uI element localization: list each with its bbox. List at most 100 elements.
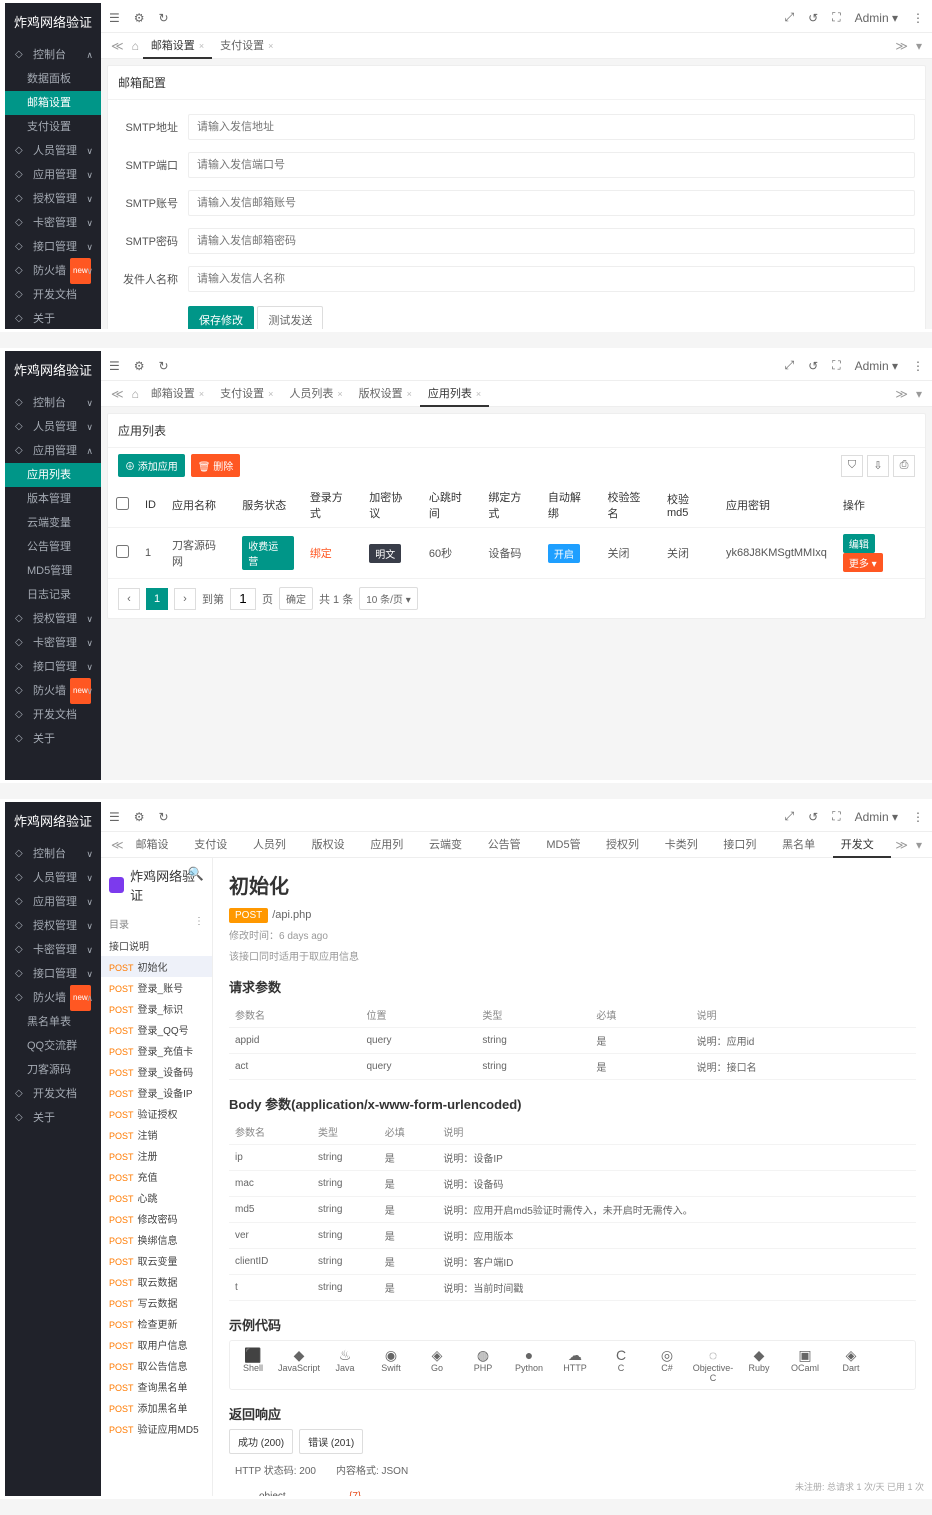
user-menu[interactable]: Admin ▾ <box>855 11 898 25</box>
endpoint-item[interactable]: POST登录_充值卡 <box>101 1040 212 1061</box>
sidebar-item[interactable]: ◇关于 <box>5 307 101 331</box>
sidebar-item[interactable]: MD5管理 <box>5 559 101 583</box>
sidebar-item[interactable]: ◇应用管理∨ <box>5 163 101 187</box>
sidebar-item[interactable]: 应用列表 <box>5 463 101 487</box>
sidebar-item[interactable]: 数据面板 <box>5 67 101 91</box>
text-input[interactable] <box>188 228 915 254</box>
more-icon[interactable]: ⋮ <box>912 810 924 824</box>
sidebar-item[interactable]: ◇控制台∨ <box>5 391 101 415</box>
search-icon[interactable]: 🔍 <box>188 866 204 882</box>
reload-icon[interactable]: ↺ <box>808 810 818 824</box>
tab[interactable]: MD5管理× <box>538 832 598 858</box>
text-input[interactable] <box>188 152 915 178</box>
tab[interactable]: 开发文档× <box>833 832 892 858</box>
fullscreen-icon[interactable]: ⛶ <box>832 10 840 25</box>
code-lang-tab[interactable]: ◌Objective-C <box>690 1341 736 1389</box>
tab-home[interactable]: ⌂ <box>128 387 143 401</box>
tabs-next[interactable]: ≫ <box>891 39 912 53</box>
endpoint-item[interactable]: POST修改密码 <box>101 1208 212 1229</box>
endpoint-item[interactable]: POST注册 <box>101 1145 212 1166</box>
endpoint-item[interactable]: POST检查更新 <box>101 1313 212 1334</box>
sidebar-item[interactable]: ◇关于 <box>5 1106 101 1130</box>
tab[interactable]: 接口列表× <box>715 832 774 858</box>
test-send-button[interactable]: 测试发送 <box>257 306 323 329</box>
sidebar-item[interactable]: ◇卡密管理∨ <box>5 631 101 655</box>
refresh-icon[interactable]: ↻ <box>159 11 169 25</box>
tabs-dropdown[interactable]: ▾ <box>912 387 926 401</box>
tabs-next[interactable]: ≫ <box>891 838 912 852</box>
edit-button[interactable]: 编辑 <box>843 534 875 553</box>
save-button[interactable]: 保存修改 <box>188 306 254 329</box>
row-checkbox[interactable] <box>116 545 129 558</box>
sidebar-item[interactable]: ◇控制台∨ <box>5 842 101 866</box>
sidebar-item[interactable]: QQ交流群 <box>5 1034 101 1058</box>
tab[interactable]: 人员列表× <box>245 832 304 858</box>
doc-section[interactable]: 接口说明 <box>101 935 212 956</box>
endpoint-item[interactable]: POST取云变量 <box>101 1250 212 1271</box>
settings-icon[interactable]: ⚙ <box>134 810 145 824</box>
code-lang-tab[interactable]: ◉Swift <box>368 1341 414 1389</box>
sidebar-item[interactable]: ◇开发文档 <box>5 703 101 727</box>
tab[interactable]: 邮箱设置× <box>143 33 212 59</box>
text-input[interactable] <box>188 190 915 216</box>
tab[interactable]: 授权列表× <box>598 832 657 858</box>
endpoint-item[interactable]: POST初始化 <box>101 956 212 977</box>
endpoint-item[interactable]: POST查询黑名单 <box>101 1376 212 1397</box>
endpoint-item[interactable]: POST取用户信息 <box>101 1334 212 1355</box>
settings-icon[interactable]: ⚙ <box>134 359 145 373</box>
print-icon[interactable]: ⎙ <box>893 455 915 477</box>
tab[interactable]: 卡类列表× <box>657 832 716 858</box>
page-size-select[interactable]: 10 条/页 ▾ <box>359 587 417 610</box>
endpoint-item[interactable]: POST登录_账号 <box>101 977 212 998</box>
sidebar-item[interactable]: ◇防火墙new∨ <box>5 259 101 283</box>
filter-icon[interactable]: ⛉ <box>841 455 863 477</box>
tab[interactable]: 人员列表× <box>281 381 350 407</box>
menu-toggle-icon[interactable]: ☰ <box>109 11 120 25</box>
code-lang-tab[interactable]: ◆Ruby <box>736 1341 782 1389</box>
sidebar-item[interactable]: ◇接口管理∨ <box>5 962 101 986</box>
page-jump-input[interactable] <box>230 588 256 610</box>
tabs-prev[interactable]: ≪ <box>107 387 128 401</box>
sidebar-item[interactable]: ◇授权管理∨ <box>5 914 101 938</box>
settings-icon[interactable]: ⚙ <box>134 11 145 25</box>
endpoint-item[interactable]: POST心跳 <box>101 1187 212 1208</box>
tabs-prev[interactable]: ≪ <box>107 838 128 852</box>
endpoint-item[interactable]: POST验证应用MD5 <box>101 1418 212 1439</box>
sidebar-item[interactable]: 刀客源码 <box>5 1058 101 1082</box>
fullscreen-icon[interactable]: ⛶ <box>832 809 840 824</box>
tab-home[interactable]: ⌂ <box>128 39 143 53</box>
sidebar-item[interactable]: 日志记录 <box>5 583 101 607</box>
endpoint-item[interactable]: POST充值 <box>101 1166 212 1187</box>
sidebar-item[interactable]: ◇人员管理∨ <box>5 139 101 163</box>
endpoint-item[interactable]: POST换绑信息 <box>101 1229 212 1250</box>
sidebar-item[interactable]: ◇人员管理∨ <box>5 866 101 890</box>
more-icon[interactable]: ⋮ <box>912 359 924 373</box>
code-lang-tab[interactable]: ⬛Shell <box>230 1341 276 1389</box>
menu-toggle-icon[interactable]: ☰ <box>109 810 120 824</box>
tabs-next[interactable]: ≫ <box>891 387 912 401</box>
sidebar-item[interactable]: ◇应用管理∨ <box>5 890 101 914</box>
sidebar-item[interactable]: ◇防火墙new∨ <box>5 679 101 703</box>
tab[interactable]: 邮箱设置× <box>128 832 187 858</box>
sidebar-item[interactable]: ◇授权管理∨ <box>5 607 101 631</box>
select-all-checkbox[interactable] <box>116 497 129 510</box>
sidebar-item[interactable]: ◇应用管理∧ <box>5 439 101 463</box>
page-go-button[interactable]: 确定 <box>279 587 313 610</box>
tab[interactable]: 应用列表× <box>362 832 421 858</box>
tab[interactable]: 支付设置× <box>186 832 245 858</box>
tab[interactable]: 版权设置× <box>351 381 420 407</box>
code-lang-tab[interactable]: ▣OCaml <box>782 1341 828 1389</box>
menu-toggle-icon[interactable]: ☰ <box>109 359 120 373</box>
tabs-dropdown[interactable]: ▾ <box>912 39 926 53</box>
reload-icon[interactable]: ↺ <box>808 11 818 25</box>
tab[interactable]: 黑名单表× <box>774 832 833 858</box>
sidebar-item[interactable]: 支付设置 <box>5 115 101 139</box>
sidebar-item[interactable]: ◇卡密管理∨ <box>5 938 101 962</box>
expand-icon[interactable]: ⤢ <box>785 809 795 824</box>
sidebar-item[interactable]: 版本管理 <box>5 487 101 511</box>
refresh-icon[interactable]: ↻ <box>159 359 169 373</box>
code-lang-tab[interactable]: ◆JavaScript <box>276 1341 322 1389</box>
sidebar-item[interactable]: 黑名单表 <box>5 1010 101 1034</box>
tab[interactable]: 应用列表× <box>420 381 489 407</box>
endpoint-item[interactable]: POST取公告信息 <box>101 1355 212 1376</box>
